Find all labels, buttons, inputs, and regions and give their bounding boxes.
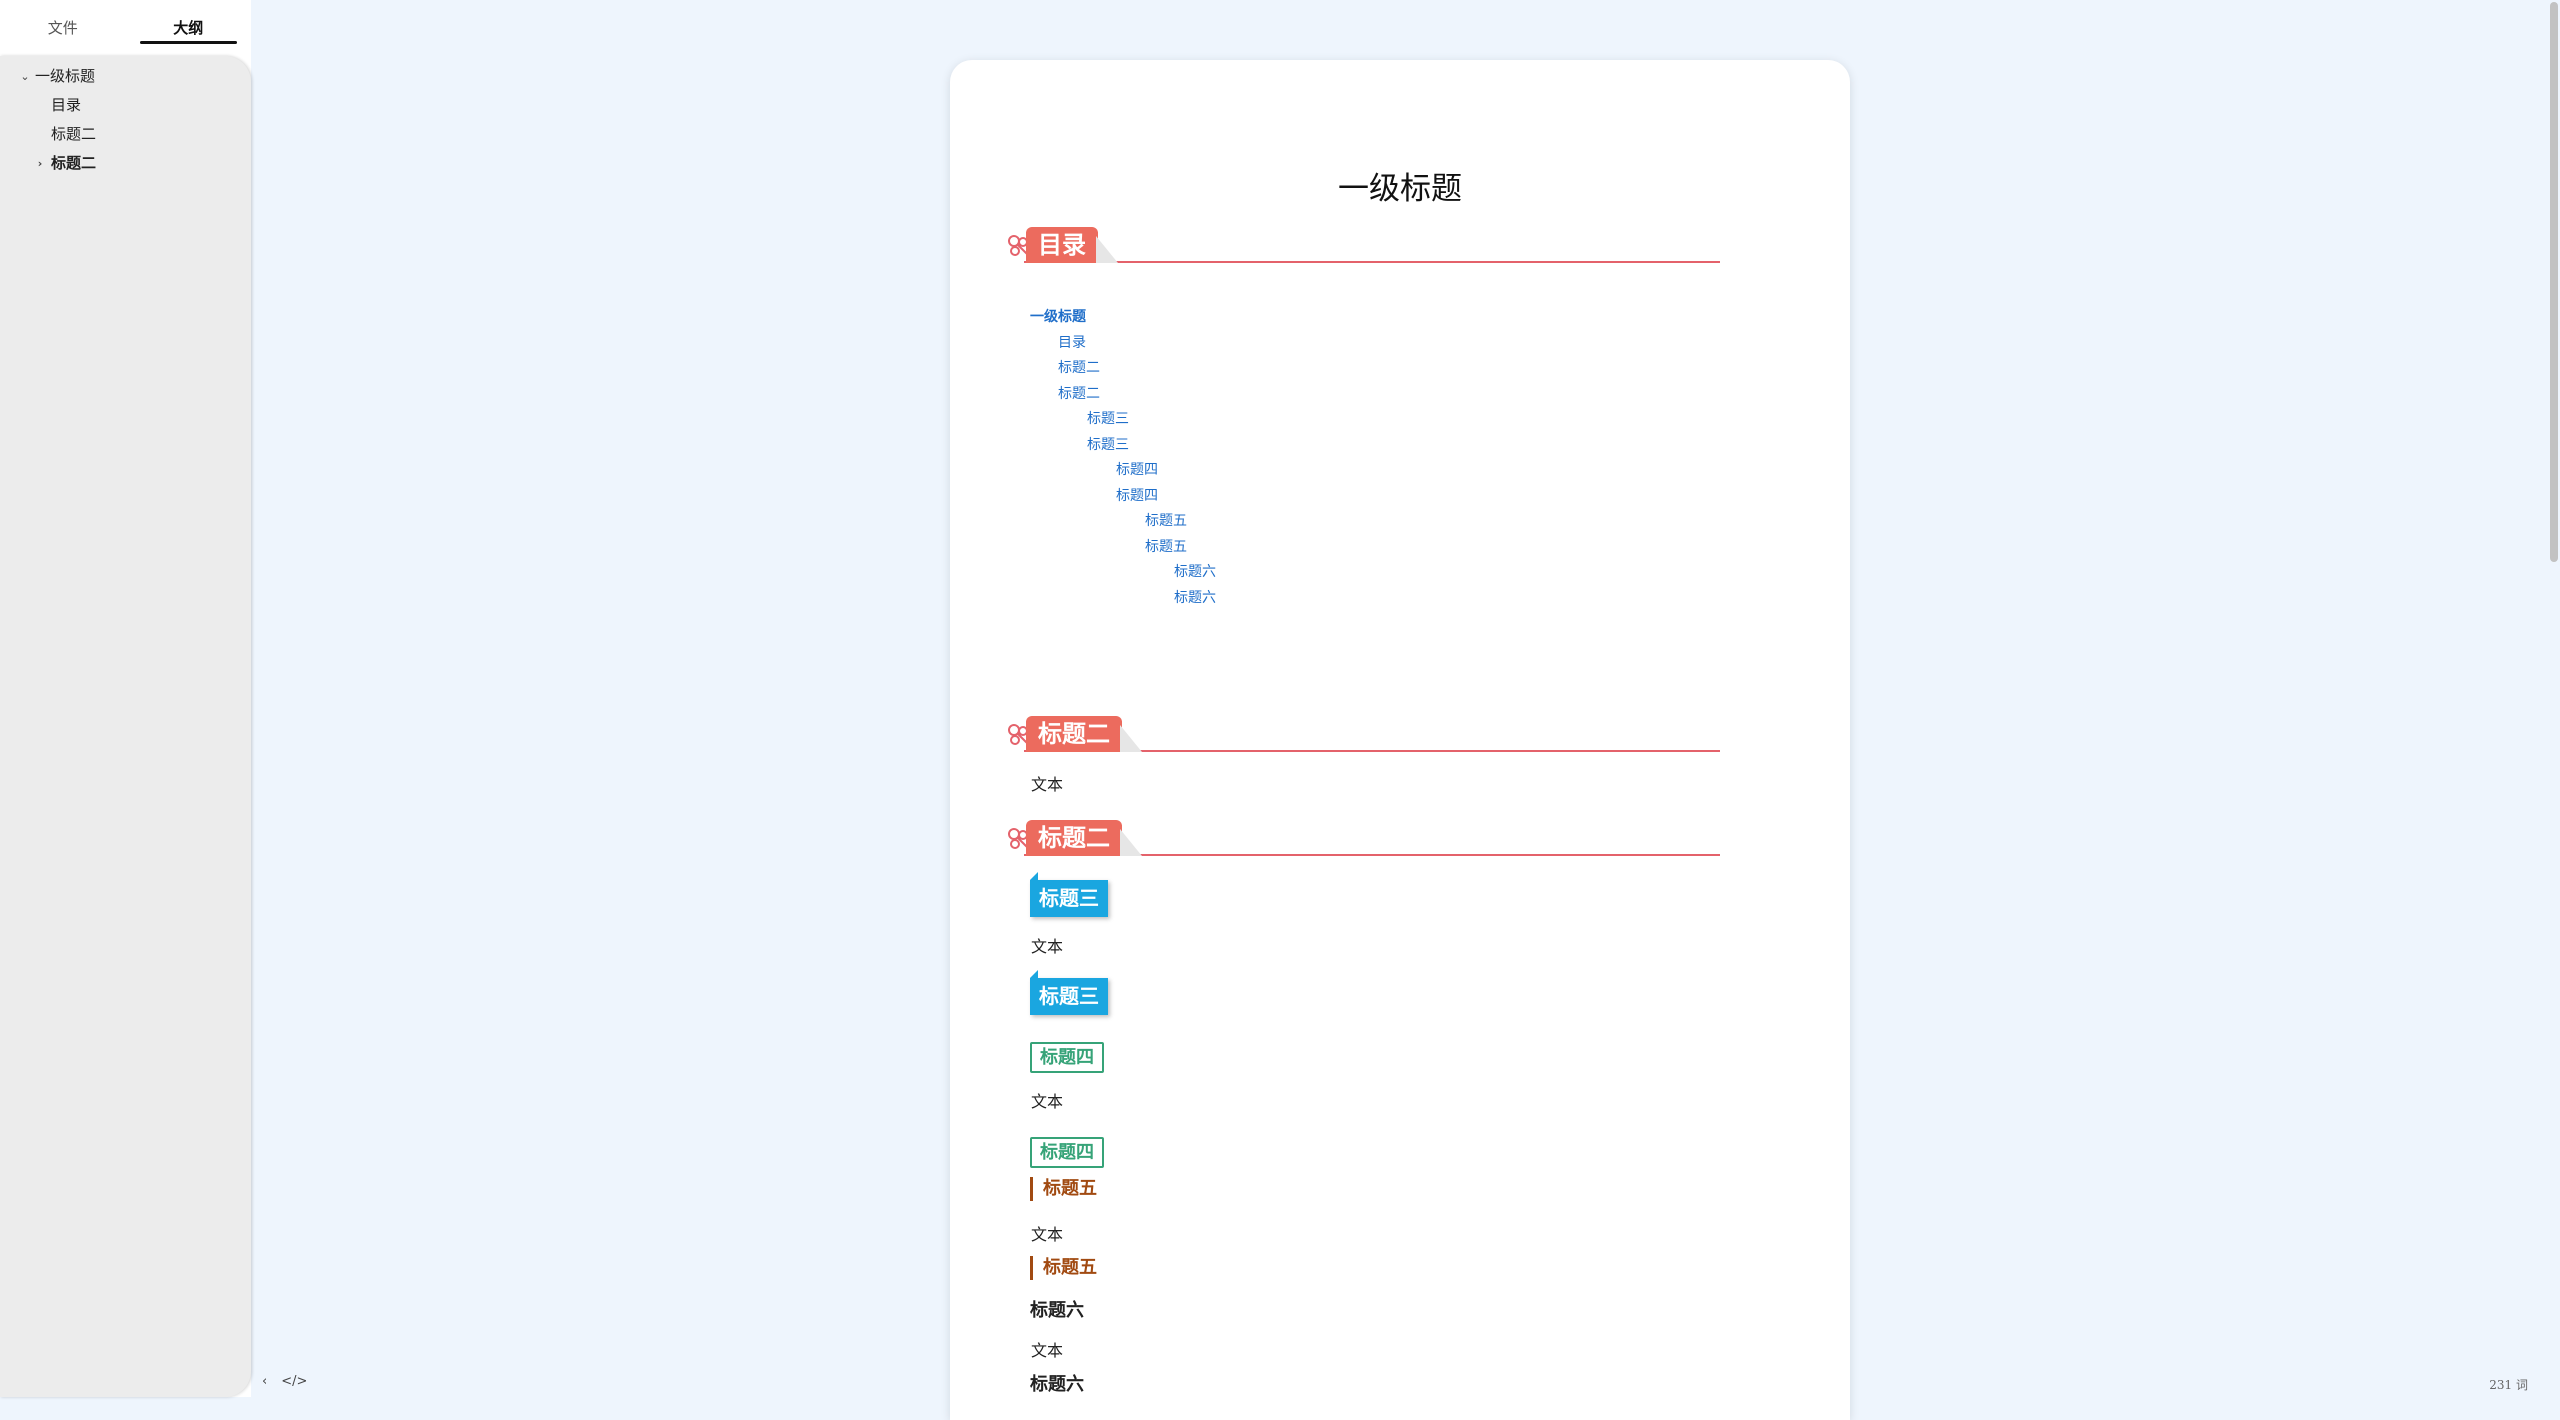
scrollbar-thumb[interactable]: [2550, 2, 2558, 562]
outline-item-h2-collapsed[interactable]: › 标题二: [0, 149, 251, 178]
heading-h3: 标题三: [1030, 872, 1108, 917]
toc-link-h6[interactable]: 标题六: [1030, 586, 1216, 612]
chevron-down-icon[interactable]: ⌄: [19, 62, 31, 91]
toc-link-h2[interactable]: 标题二: [1030, 382, 1216, 408]
source-code-icon[interactable]: </>: [281, 1374, 307, 1389]
ribbon-fold: [1120, 829, 1142, 856]
heading-h4: 标题四: [1030, 1137, 1104, 1168]
toc-link-h5[interactable]: 标题五: [1030, 535, 1216, 561]
toc-link-h2[interactable]: 标题二: [1030, 356, 1216, 382]
heading-h3: 标题三: [1030, 970, 1108, 1015]
body-text: 文本: [1031, 1225, 1064, 1244]
chevron-left-icon[interactable]: ‹: [262, 1374, 267, 1389]
toc-link-h5[interactable]: 标题五: [1030, 509, 1216, 535]
outline-item-label: 目录: [51, 96, 82, 114]
table-of-contents: 一级标题 目录 标题二 标题二 标题三 标题三 标题四 标题四 标题五 标题五 …: [1030, 305, 1216, 611]
heading-label: 标题二: [1026, 820, 1122, 856]
word-count[interactable]: 231 词: [2489, 1376, 2528, 1393]
heading-h6: 标题六: [1030, 1300, 1084, 1321]
toc-link-level1[interactable]: 一级标题: [1030, 305, 1216, 331]
heading-toc: 目录: [1006, 227, 1720, 263]
body-text: 文本: [1031, 937, 1064, 956]
document-title: 一级标题: [1338, 171, 1462, 207]
toc-link-h6[interactable]: 标题六: [1030, 560, 1216, 586]
sidebar: 文件 大纲 ⌄ 一级标题 目录 标题二 › 标题二: [0, 0, 251, 1397]
sidebar-tabs: 文件 大纲: [0, 0, 251, 56]
toc-link-h3[interactable]: 标题三: [1030, 433, 1216, 459]
toc-link-h3[interactable]: 标题三: [1030, 407, 1216, 433]
toc-link-toc[interactable]: 目录: [1030, 331, 1216, 357]
body-text: 文本: [1031, 1092, 1064, 1111]
heading-h6: 标题六: [1030, 1374, 1084, 1395]
outline-item-label: 标题二: [51, 125, 97, 143]
outline-tree: ⌄ 一级标题 目录 标题二 › 标题二: [0, 56, 251, 178]
document-page[interactable]: 一级标题 目录 一级标题 目录 标题二 标题二 标题三 标题三 标题四 标题四 …: [950, 60, 1850, 1420]
heading-h4: 标题四: [1030, 1042, 1104, 1073]
body-text: 文本: [1031, 1341, 1064, 1360]
chevron-right-icon[interactable]: ›: [34, 149, 46, 178]
ribbon-fold: [1096, 236, 1118, 263]
bottom-toolbar: ‹ </>: [262, 1374, 307, 1389]
body-text: 文本: [1031, 775, 1064, 794]
heading-h2: 标题二: [1006, 716, 1720, 752]
ribbon-fold: [1120, 725, 1142, 752]
toc-link-h4[interactable]: 标题四: [1030, 484, 1216, 510]
tab-files[interactable]: 文件: [0, 0, 126, 56]
outline-item-level1[interactable]: ⌄ 一级标题: [0, 62, 251, 91]
heading-h2: 标题二: [1006, 820, 1720, 856]
outline-item-toc[interactable]: 目录: [0, 91, 251, 120]
tab-outline[interactable]: 大纲: [126, 0, 252, 56]
outline-item-label: 标题二: [51, 154, 97, 172]
toc-link-h4[interactable]: 标题四: [1030, 458, 1216, 484]
heading-h5: 标题五: [1030, 1256, 1097, 1280]
outline-item-h2[interactable]: 标题二: [0, 120, 251, 149]
outline-item-label: 一级标题: [35, 67, 96, 85]
outline-panel: ⌄ 一级标题 目录 标题二 › 标题二: [0, 56, 251, 1397]
heading-label: 标题二: [1026, 716, 1122, 752]
heading-h5: 标题五: [1030, 1177, 1097, 1201]
scrollbar[interactable]: [2548, 0, 2560, 1397]
heading-rule: [1024, 261, 1720, 263]
heading-label: 目录: [1026, 227, 1098, 263]
